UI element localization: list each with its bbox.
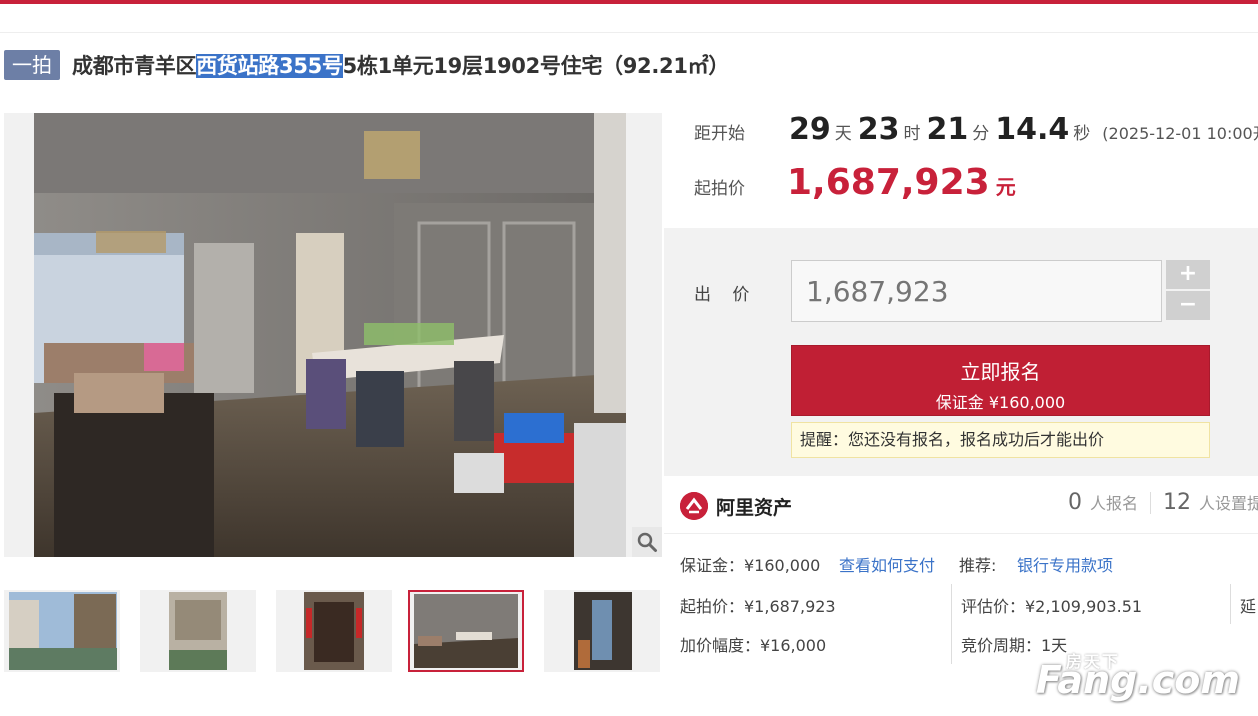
info-divider-2 (1230, 584, 1231, 624)
bid-label: 出 价 (694, 285, 758, 305)
countdown-minutes: 21 (926, 112, 969, 147)
lot-title: 成都市青羊区西货站路355号5栋1单元19层1902号住宅（92.21㎡） (72, 50, 729, 80)
top-accent-bar (0, 0, 1258, 4)
countdown-minutes-unit: 分 (972, 124, 990, 144)
thumbnail-1-image (4, 590, 120, 672)
main-image-frame (4, 113, 662, 557)
lot-title-row: 一拍 成都市青羊区西货站路355号5栋1单元19层1902号住宅（92.21㎡） (4, 48, 729, 82)
countdown-days-unit: 天 (834, 124, 852, 144)
thumbnail-2-image (140, 590, 256, 672)
reminder-count: 12 (1163, 490, 1192, 515)
countdown-hours-unit: 时 (903, 124, 921, 144)
signup-reminder-tip: 提醒：您还没有报名，报名成功后才能出价 (791, 422, 1210, 458)
signup-count-unit: 人报名 (1090, 494, 1139, 513)
increase-bid-button[interactable]: + (1166, 260, 1210, 289)
ali-assets-logo-mark (680, 492, 708, 520)
ali-assets-logo-icon (680, 492, 708, 520)
extension-info: 延 (1240, 597, 1257, 616)
countdown-seconds: 14.4 (995, 112, 1070, 147)
info-divider-1 (951, 584, 952, 664)
appraisal-price-info: 评估价：¥2,109,903.51 (961, 597, 1143, 616)
thumbnail-4-active[interactable] (408, 590, 524, 672)
auction-start-time: (2025-12-01 10:00开拍 (1102, 124, 1258, 143)
organizer-name[interactable]: 阿里资产 (716, 493, 792, 520)
start-price-info: 起拍价：¥1,687,923 (680, 597, 836, 616)
countdown-seconds-unit: 秒 (1073, 124, 1091, 144)
signup-count: 0 (1068, 490, 1082, 515)
bid-increment-info: 加价幅度：¥16,000 (680, 636, 827, 655)
lot-title-suffix: 5栋1单元19层1902号住宅（92.21㎡） (342, 54, 730, 78)
stats-divider (1150, 491, 1152, 514)
bid-amount-input[interactable] (791, 260, 1162, 322)
start-price-label: 起拍价 (694, 179, 745, 199)
bank-payment-link[interactable]: 银行专用款项 (1017, 552, 1113, 576)
room-photo-illustration (34, 113, 626, 557)
countdown-days: 29 (789, 112, 831, 147)
thumbnail-3[interactable] (276, 590, 392, 672)
deposit-info: 保证金：¥160,000 (680, 556, 821, 575)
zoom-button[interactable] (632, 527, 662, 557)
bid-panel: 出 价 + − 立即报名 保证金 ¥160,000 提醒：您还没有报名，报名成功… (664, 228, 1258, 476)
thumbnail-1[interactable] (4, 590, 120, 672)
participation-stats: 0 人报名 12 人设置提 (1068, 490, 1258, 515)
countdown: 距开始 29 天 23 时 21 分 14.4 秒 (2025-12-01 10… (694, 112, 1258, 147)
start-price-row: 起拍价 1,687,923 元 (694, 162, 1016, 203)
organizer-row: 阿里资产 0 人报名 12 人设置提 (664, 478, 1258, 534)
signup-deposit-label: 保证金 ¥160,000 (935, 393, 1066, 412)
decrease-bid-button[interactable]: − (1166, 291, 1210, 320)
thumbnail-strip (0, 590, 662, 674)
reminder-count-unit: 人设置提 (1199, 494, 1258, 513)
countdown-label: 距开始 (694, 124, 745, 144)
watermark-top-text: 房天下 (1065, 652, 1120, 671)
start-price-value: 1,687,923 (787, 162, 990, 203)
auction-round-badge: 一拍 (4, 50, 60, 80)
fang-watermark: 房天下 Fang.com (1036, 648, 1240, 702)
countdown-hours: 23 (857, 112, 900, 147)
thumbnail-2[interactable] (140, 590, 256, 672)
thumbnail-5-image (544, 590, 660, 672)
recommend-label: 推荐: (959, 556, 997, 575)
how-to-pay-link[interactable]: 查看如何支付 (839, 552, 935, 576)
magnifier-icon (637, 532, 657, 552)
signup-button[interactable]: 立即报名 保证金 ¥160,000 (791, 345, 1210, 416)
signup-button-label: 立即报名 (960, 360, 1041, 384)
thumbnail-4-image (410, 592, 522, 670)
lot-title-highlight: 西货站路355号 (196, 54, 343, 78)
lot-title-prefix: 成都市青羊区 (72, 54, 197, 78)
header-divider (0, 32, 1258, 33)
thumbnail-5[interactable] (544, 590, 660, 672)
main-property-photo[interactable] (34, 113, 626, 557)
start-price-unit: 元 (995, 175, 1016, 199)
thumbnail-3-image (276, 590, 392, 672)
